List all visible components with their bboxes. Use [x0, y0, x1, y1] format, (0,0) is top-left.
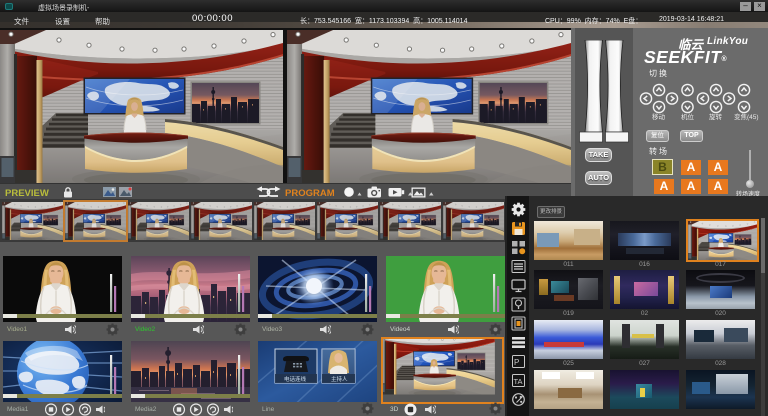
svg-text:P: P: [514, 358, 519, 367]
svg-text:机位: 机位: [681, 112, 695, 121]
svg-text:移动: 移动: [652, 112, 666, 121]
svg-text:旋转: 旋转: [709, 112, 723, 121]
svg-text:变焦(45): 变焦(45): [734, 112, 759, 121]
svg-text:TA: TA: [514, 377, 523, 386]
